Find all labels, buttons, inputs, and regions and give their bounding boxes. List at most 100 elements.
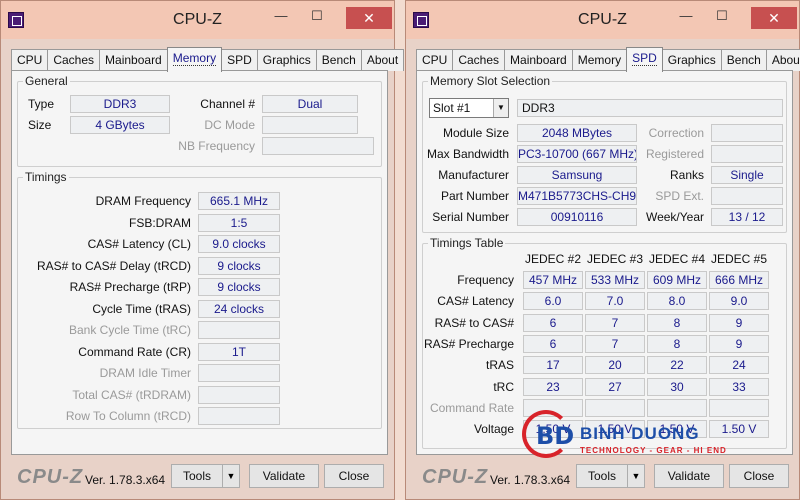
tab-about[interactable]: About — [765, 49, 800, 71]
timing-value: 24 clocks — [198, 299, 280, 318]
timings-cell: 17 — [523, 356, 583, 375]
memory-panel: General Type DDR3 Size 4 GBytes Channel … — [11, 70, 388, 455]
maximize-icon[interactable]: ☐ — [710, 9, 734, 25]
manufacturer-value: Samsung — [517, 166, 637, 184]
timings-row-label: tRAS — [485, 358, 514, 373]
max-bandwidth-label: Max Bandwidth — [426, 147, 509, 161]
chevron-down-icon[interactable]: ▼ — [493, 99, 508, 117]
validate-button[interactable]: Validate — [654, 464, 724, 488]
channel-value: Dual — [262, 95, 358, 113]
title-bar[interactable]: CPU-Z — ☐ ✕ — [406, 1, 799, 39]
nb-frequency-value — [262, 137, 374, 155]
title-bar[interactable]: CPU-Z — ☐ ✕ — [1, 1, 394, 39]
timing-value — [198, 321, 280, 339]
tab-memory[interactable]: Memory — [571, 49, 628, 71]
minimize-icon[interactable]: — — [674, 9, 698, 25]
timings-cell: 9.0 — [709, 292, 769, 311]
memory-slot-legend: Memory Slot Selection — [428, 74, 553, 88]
validate-button[interactable]: Validate — [249, 464, 319, 488]
timings-cell: 1.50 V — [523, 420, 583, 439]
tab-bench[interactable]: Bench — [720, 49, 767, 71]
tab-mainboard[interactable]: Mainboard — [99, 49, 168, 71]
general-legend: General — [23, 74, 70, 88]
timings-table-group: Timings Table JEDEC #2 JEDEC #3 JEDEC #4 JE… — [422, 236, 787, 449]
type-value: DDR3 — [70, 95, 170, 113]
timings-row-label: RAS# to CAS# — [434, 315, 514, 330]
close-icon[interactable]: ✕ — [346, 7, 392, 29]
close-button[interactable]: Close — [324, 464, 384, 488]
timings-cell — [709, 398, 769, 417]
timing-label: Bank Cycle Time (tRC) — [68, 323, 191, 337]
tab-spd[interactable]: SPD — [221, 49, 258, 71]
correction-value — [711, 124, 783, 142]
window-title: CPU-Z — [173, 11, 222, 28]
timing-value: 9 clocks — [198, 278, 280, 296]
registered-value — [711, 145, 783, 163]
timings-column-header: JEDEC #5 — [710, 252, 768, 266]
timings-group: Timings DRAM Frequency 665.1 MHz FSB:DRAM 1… — [17, 170, 382, 429]
chevron-down-icon[interactable]: ▼ — [222, 464, 240, 488]
timing-value: 1T — [198, 342, 280, 361]
timings-cell: 8 — [647, 313, 707, 332]
cpuz-logo: CPU-Z — [422, 466, 489, 488]
tab-cpu[interactable]: CPU — [11, 49, 49, 71]
timings-cell: 8.0 — [647, 292, 707, 311]
timing-value: 9 clocks — [198, 256, 280, 275]
cpuz-logo: CPU-Z — [17, 466, 84, 488]
module-size-value: 2048 MBytes — [517, 124, 637, 142]
cpuz-window-spd: CPU-Z — ☐ ✕ CPU Caches Mainboard Memory … — [405, 0, 800, 500]
timing-value: 665.1 MHz — [198, 192, 280, 210]
manufacturer-label: Manufacturer — [438, 168, 509, 182]
tab-mainboard[interactable]: Mainboard — [504, 49, 573, 71]
tab-caches[interactable]: Caches — [47, 49, 101, 71]
timing-label: RAS# Precharge (tRP) — [69, 280, 191, 294]
tab-caches[interactable]: Caches — [452, 49, 506, 71]
tab-bench[interactable]: Bench — [315, 49, 362, 71]
timings-cell: 27 — [585, 377, 645, 396]
timings-row-label: Command Rate — [429, 400, 514, 415]
minimize-icon[interactable]: — — [269, 9, 293, 25]
timings-cell: 22 — [647, 356, 707, 375]
timings-cell: 7 — [585, 334, 645, 353]
timings-cell: 24 — [709, 356, 769, 375]
timings-cell: 8 — [647, 334, 707, 353]
close-button[interactable]: Close — [729, 464, 789, 488]
nb-frequency-label: NB Frequency — [178, 139, 255, 153]
tab-memory[interactable]: Memory — [166, 47, 223, 72]
maximize-icon[interactable]: ☐ — [305, 9, 329, 25]
version-label: Ver. 1.78.3.x64 — [85, 473, 166, 487]
timings-cell: 9 — [709, 313, 769, 332]
channel-label: Channel # — [200, 97, 255, 111]
registered-label: Registered — [645, 147, 704, 161]
general-group: General Type DDR3 Size 4 GBytes Channel … — [17, 74, 382, 167]
chevron-down-icon[interactable]: ▼ — [627, 464, 645, 488]
timings-cell: 7 — [585, 313, 645, 332]
memory-type-value: DDR3 — [517, 99, 783, 117]
timings-row-label: tRC — [493, 379, 514, 394]
week-year-value: 13 / 12 — [711, 208, 783, 226]
timings-cell: 666 MHz — [709, 271, 769, 289]
tab-strip: CPU Caches Mainboard Memory SPD Graphics… — [11, 47, 405, 72]
timing-label: FSB:DRAM — [128, 215, 191, 230]
timings-cell — [523, 398, 583, 417]
tools-button[interactable]: Tools — [171, 464, 223, 488]
tab-cpu[interactable]: CPU — [416, 49, 454, 71]
tab-graphics[interactable]: Graphics — [256, 49, 317, 71]
serial-number-value: 00910116 — [517, 208, 637, 226]
ranks-value: Single — [711, 166, 783, 184]
tools-button[interactable]: Tools — [576, 464, 628, 488]
spd-ext-value — [711, 187, 783, 205]
timings-cell: 7.0 — [585, 292, 645, 311]
timings-cell: 1.50 V — [709, 420, 769, 439]
timings-cell: 1.50 V — [647, 420, 707, 439]
tab-spd[interactable]: SPD — [626, 47, 663, 72]
tab-graphics[interactable]: Graphics — [661, 49, 722, 71]
slot-select-value: Slot #1 — [433, 101, 471, 115]
timing-label: DRAM Frequency — [95, 194, 191, 208]
timing-label: CAS# Latency (CL) — [87, 237, 191, 251]
tab-about[interactable]: About — [360, 49, 405, 71]
close-icon[interactable]: ✕ — [751, 7, 797, 29]
dc-mode-value — [262, 116, 358, 134]
slot-select[interactable]: Slot #1 ▼ — [429, 98, 509, 118]
timing-label: Row To Column (tRCD) — [65, 409, 191, 423]
